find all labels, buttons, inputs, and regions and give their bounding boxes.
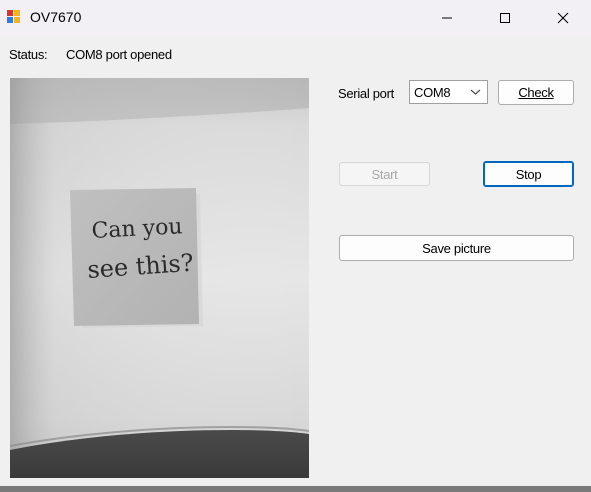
start-button[interactable]: Start [339, 162, 430, 186]
check-button[interactable]: Check [498, 80, 574, 105]
save-picture-button-label: Save picture [422, 240, 491, 256]
serial-port-select[interactable]: COM8 [409, 80, 488, 104]
save-picture-button[interactable]: Save picture [339, 235, 574, 261]
start-button-label: Start [371, 166, 398, 182]
window-title: OV7670 [30, 9, 82, 25]
stop-button-label: Stop [515, 166, 542, 182]
stop-button[interactable]: Stop [483, 161, 574, 187]
title-bar[interactable]: OV7670 [0, 0, 591, 36]
check-button-label: Check [518, 85, 554, 100]
minimize-button[interactable] [418, 0, 476, 36]
minimize-icon [442, 17, 452, 19]
maximize-icon [500, 13, 510, 23]
app-window: OV7670 Status: COM8 port opened Can you … [0, 0, 591, 492]
camera-preview: Can you see this? [10, 78, 309, 478]
maximize-button[interactable] [476, 0, 534, 36]
camera-image: Can you see this? [10, 78, 309, 478]
status-value: COM8 port opened [66, 47, 172, 62]
note-line-1: Can you [91, 214, 183, 244]
close-icon [557, 12, 569, 24]
window-bottom-edge [0, 486, 591, 492]
status-label: Status: [9, 47, 48, 62]
chevron-down-icon [470, 89, 481, 95]
serial-port-label: Serial port [338, 86, 394, 101]
close-button[interactable] [534, 0, 591, 36]
serial-port-value: COM8 [414, 85, 451, 100]
app-icon [7, 10, 21, 24]
